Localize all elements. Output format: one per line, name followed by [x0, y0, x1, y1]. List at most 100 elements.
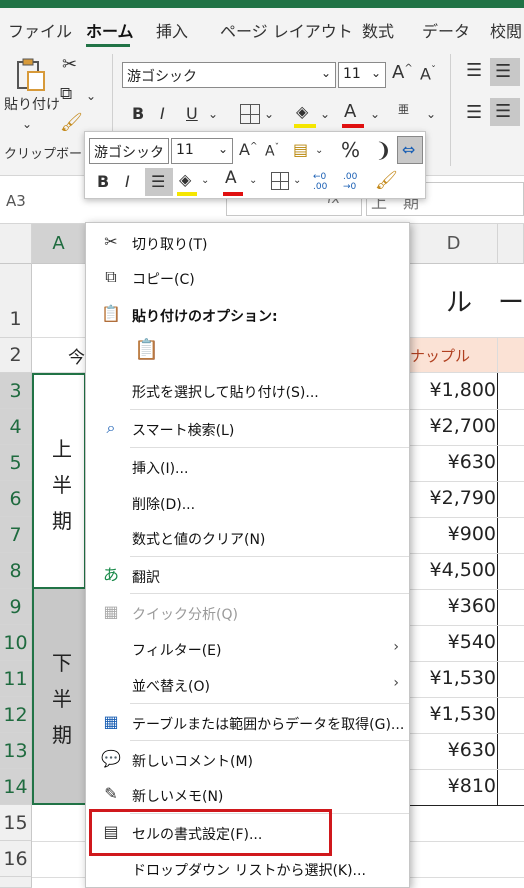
- row-header-1[interactable]: 1: [0, 264, 32, 338]
- mini-font-name-combo[interactable]: 游ゴシック ⌄: [89, 138, 169, 164]
- select-all-corner[interactable]: [0, 224, 32, 264]
- menu-item-get-data-from-table[interactable]: ▦ テーブルまたは範囲からデータを取得(G)...: [86, 705, 409, 740]
- italic-button[interactable]: I: [160, 106, 165, 122]
- row-header-5[interactable]: 5: [0, 445, 32, 481]
- align-top-icon[interactable]: ☰: [466, 62, 482, 80]
- price-cell[interactable]: ¥630: [410, 739, 496, 761]
- underline-button[interactable]: U: [186, 106, 198, 122]
- font-color-icon[interactable]: A: [344, 103, 356, 121]
- mini-font-color-icon[interactable]: A: [225, 170, 237, 187]
- decrease-font-size-icon[interactable]: Aˇ: [420, 66, 436, 82]
- row-header-10[interactable]: 10: [0, 625, 32, 661]
- row-header-4[interactable]: 4: [0, 409, 32, 445]
- row-header-12[interactable]: 12: [0, 697, 32, 733]
- row-header-7[interactable]: 7: [0, 517, 32, 553]
- mini-decrease-decimal-icon[interactable]: .00 →0: [343, 172, 371, 192]
- menu-item-new-comment[interactable]: 💬 新しいコメント(M): [86, 742, 409, 777]
- mini-font-color-dropdown-chevron-icon[interactable]: ⌄: [249, 176, 257, 186]
- menu-item-paste-special[interactable]: 形式を選択して貼り付け(S)...: [86, 373, 409, 408]
- borders-dropdown-chevron-icon[interactable]: ⌄: [264, 108, 274, 120]
- column-header-e[interactable]: [498, 224, 524, 264]
- row-header-6[interactable]: 6: [0, 481, 32, 517]
- price-cell[interactable]: ¥1,530: [410, 667, 496, 689]
- align-center-button[interactable]: ☰: [490, 98, 520, 126]
- mini-percent-style-button[interactable]: %: [341, 140, 360, 160]
- paste-button-label[interactable]: 貼り付け: [4, 98, 60, 112]
- row-header-11[interactable]: 11: [0, 661, 32, 697]
- increase-font-size-icon[interactable]: A^: [392, 64, 413, 82]
- fill-color-dropdown-chevron-icon[interactable]: ⌄: [320, 108, 330, 120]
- cell-d1[interactable]: ル ー: [410, 264, 524, 338]
- mini-align-center-button[interactable]: ☰: [145, 168, 173, 196]
- menu-item-copy[interactable]: ⧉ コピー(C): [86, 260, 409, 295]
- row-header-3[interactable]: 3: [0, 373, 32, 409]
- mini-format-painter-icon[interactable]: 🖌: [375, 172, 398, 190]
- row-header-8[interactable]: 8: [0, 553, 32, 589]
- menu-item-insert[interactable]: 挿入(I)...: [86, 449, 409, 484]
- phonetic-guide-icon[interactable]: 亜: [398, 104, 409, 115]
- copy-icon[interactable]: ⧉: [60, 86, 72, 103]
- tab-formulas[interactable]: 数式: [362, 18, 394, 42]
- font-name-combo[interactable]: 游ゴシック ⌄: [122, 62, 336, 88]
- row-header-15[interactable]: 15: [0, 805, 32, 841]
- menu-item-pick-from-list[interactable]: ドロップダウン リストから選択(K)...: [86, 851, 409, 886]
- menu-item-new-note[interactable]: ✎ 新しいメモ(N): [86, 777, 409, 812]
- row-header-16[interactable]: 16: [0, 841, 32, 877]
- copy-dropdown-chevron-icon[interactable]: ⌄: [86, 90, 96, 102]
- row-header-9[interactable]: 9: [0, 589, 32, 625]
- fill-color-icon[interactable]: ◈: [296, 104, 308, 120]
- align-left-icon[interactable]: ☰: [466, 104, 482, 122]
- cell-e2[interactable]: [498, 338, 524, 373]
- cell-d2[interactable]: ナップル: [410, 338, 498, 373]
- tab-review[interactable]: 校閲: [490, 18, 522, 42]
- cell-a2[interactable]: 今: [32, 338, 86, 373]
- tab-insert[interactable]: 挿入: [156, 18, 188, 42]
- price-cell[interactable]: ¥2,700: [410, 415, 496, 437]
- tab-home[interactable]: ホーム: [86, 18, 134, 42]
- row-header-17[interactable]: [0, 877, 32, 888]
- menu-item-translate[interactable]: あ翻訳: [86, 558, 409, 593]
- mini-borders-icon[interactable]: [271, 172, 289, 190]
- tab-data[interactable]: データ: [422, 18, 470, 42]
- price-cell[interactable]: ¥1,530: [410, 703, 496, 725]
- bold-button[interactable]: B: [132, 106, 144, 122]
- underline-dropdown-chevron-icon[interactable]: ⌄: [208, 108, 218, 120]
- mini-borders-dropdown-chevron-icon[interactable]: ⌄: [293, 176, 301, 186]
- mini-comma-style-button[interactable]: ❩: [375, 140, 392, 160]
- menu-item-smart-lookup[interactable]: ⌕ スマート検索(L): [86, 411, 409, 446]
- menu-item-filter[interactable]: フィルター(E) ›: [86, 631, 409, 666]
- mini-accounting-dropdown-chevron-icon[interactable]: ⌄: [315, 146, 323, 156]
- paste-icon[interactable]: [10, 56, 50, 94]
- menu-item-quick-analysis[interactable]: ▦ クイック分析(Q): [86, 595, 409, 630]
- mini-wrap-text-button[interactable]: ⇔: [397, 136, 423, 164]
- mini-font-size-combo[interactable]: 11 ⌄: [171, 138, 233, 164]
- mini-increase-font-icon[interactable]: A^: [239, 142, 258, 158]
- paste-option-button[interactable]: 📋: [130, 335, 160, 365]
- name-box[interactable]: A3: [6, 192, 26, 210]
- cell-a1[interactable]: [32, 264, 86, 338]
- paste-dropdown-chevron-icon[interactable]: ⌄: [22, 118, 32, 130]
- phonetic-dropdown-chevron-icon[interactable]: ⌄: [426, 108, 436, 120]
- menu-item-cut[interactable]: ✂ 切り取り(T): [86, 225, 409, 260]
- format-painter-icon[interactable]: 🖌: [60, 114, 83, 132]
- price-cell[interactable]: ¥630: [410, 451, 496, 473]
- column-header-d[interactable]: D: [410, 224, 498, 264]
- cell-a9-merged[interactable]: 下 半 期: [32, 589, 86, 805]
- mini-bold-button[interactable]: B: [97, 174, 109, 190]
- row-header-2[interactable]: 2: [0, 338, 32, 373]
- price-cell[interactable]: ¥360: [410, 595, 496, 617]
- font-size-combo[interactable]: 11 ⌄: [338, 62, 386, 88]
- mini-decrease-font-icon[interactable]: Aˇ: [265, 144, 279, 159]
- row-header-13[interactable]: 13: [0, 733, 32, 769]
- borders-icon[interactable]: [240, 104, 260, 124]
- font-color-dropdown-chevron-icon[interactable]: ⌄: [370, 108, 380, 120]
- mini-increase-decimal-icon[interactable]: ←0 .00: [313, 172, 341, 192]
- column-header-a[interactable]: A: [32, 224, 86, 264]
- menu-item-delete[interactable]: 削除(D)...: [86, 485, 409, 520]
- mini-fill-color-icon[interactable]: ◈: [179, 172, 191, 188]
- price-cell[interactable]: ¥4,500: [410, 559, 496, 581]
- align-middle-button[interactable]: ☰: [490, 58, 520, 86]
- price-cell[interactable]: ¥810: [410, 775, 496, 797]
- cell-a3-merged[interactable]: 上 半 期: [32, 373, 86, 589]
- menu-item-sort[interactable]: 並べ替え(O) ›: [86, 667, 409, 702]
